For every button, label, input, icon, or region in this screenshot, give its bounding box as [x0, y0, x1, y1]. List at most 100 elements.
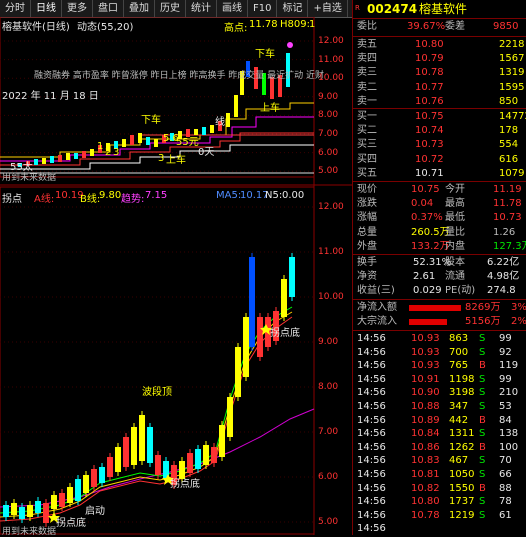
tick-volume: 3198: [449, 387, 475, 399]
tick-count: 210: [499, 387, 519, 399]
ask-row-1: 卖四 10.79 1567: [353, 52, 526, 66]
toolbar-btn-0[interactable]: 分时: [0, 0, 31, 17]
stat2-value: 2.61: [413, 271, 436, 283]
toolbar-btn-10[interactable]: +自选: [308, 0, 348, 17]
lower-candle: [227, 397, 233, 437]
bid-label: 买一: [357, 111, 377, 122]
tick-price: 10.83: [411, 455, 440, 467]
tick-row-8: 14:56 10.86 1262 B 100: [353, 441, 526, 455]
toolbar-btn-4[interactable]: 叠加: [124, 0, 155, 17]
bid-price: 10.75: [415, 111, 444, 122]
upper-axis-label: 10.00: [318, 73, 344, 84]
lower-candle: [51, 495, 57, 509]
upper-candle: [226, 113, 230, 127]
weicha-label: 委差: [445, 21, 465, 32]
lower-candle: [131, 427, 137, 465]
toolbar-btn-2[interactable]: 更多: [62, 0, 93, 17]
annot-xiache-1: 下车: [255, 49, 275, 60]
trend-label: 趋势:: [121, 194, 145, 205]
ask-row-2: 卖三 10.78 1319: [353, 66, 526, 80]
high-label: 高点:: [224, 23, 248, 34]
stock-name: 榕基软件: [419, 2, 468, 16]
tick-direction: B: [479, 414, 486, 426]
tick-volume: 700: [449, 346, 469, 358]
tick-direction: S: [479, 387, 486, 399]
ask-label: 卖五: [357, 39, 377, 50]
flow-pct: 2%: [511, 316, 526, 328]
stat-label: 量比: [445, 226, 465, 238]
toolbar-btn-6[interactable]: 统计: [186, 0, 217, 17]
chart-date: 2022 年 11 月 18 日: [2, 91, 99, 102]
tick-price: 10.90: [411, 387, 440, 399]
ask-row-4: 卖一 10.76 850: [353, 95, 526, 109]
ask-label: 卖一: [357, 95, 377, 107]
upper-candle: [66, 153, 70, 160]
tick-time: 14:56: [357, 346, 386, 358]
stat-label: 最低: [445, 212, 465, 224]
tick-price: 10.81: [411, 469, 440, 480]
weicha-value: 9850: [493, 21, 519, 32]
toolbar-btn-3[interactable]: 盘口: [93, 0, 124, 17]
annot-wave-top: 波段顶: [142, 387, 172, 398]
tick-direction: B: [479, 441, 486, 453]
tick-volume: 1219: [449, 509, 475, 521]
lower-candle: [75, 479, 81, 501]
tick-time: 14:56: [357, 469, 386, 480]
ask-price: 10.77: [415, 81, 444, 93]
upper-axis-label: 9.00: [318, 91, 339, 102]
ask-volume: 850: [499, 95, 519, 107]
stat-value: 11.19: [493, 184, 522, 195]
lower-candle: [19, 507, 25, 519]
tick-volume: 347: [449, 401, 469, 412]
tick-time: 14:56: [357, 360, 386, 372]
toolbar-btn-9[interactable]: 标记: [277, 0, 309, 17]
toolbar-btn-7[interactable]: 画线: [217, 0, 248, 17]
tick-time: 14:56: [357, 387, 386, 399]
chart-area[interactable]: 榕基软件(日线) 动态(55,20) 高点: 11.78 H809: 1 融资融…: [0, 17, 352, 537]
stat2-value: 6.22亿: [487, 257, 520, 268]
stat-label: 现价: [357, 184, 377, 195]
bid-row-1: 买二 10.74 178: [353, 124, 526, 138]
tick-count: 66: [499, 469, 512, 480]
stat-value: 10.75: [411, 184, 440, 195]
stat2-label: 股本: [445, 257, 465, 268]
upper-indicator: 动态(55,20): [77, 22, 134, 33]
lower-candle: [27, 505, 33, 517]
stat-label: 外盘: [357, 240, 377, 252]
lower-candle: [83, 475, 89, 493]
stat-value: 133.2万: [411, 240, 450, 252]
lower-candle: [235, 347, 241, 397]
annot-55: 55元: [176, 137, 199, 148]
bid-label: 买二: [357, 125, 377, 137]
lower-candle: [219, 425, 225, 457]
tick-row-14: 14:56: [353, 522, 526, 536]
r-icon: R: [355, 4, 360, 12]
tick-direction: S: [479, 373, 486, 385]
upper-axis-label: 8.00: [318, 110, 339, 121]
tick-price: 10.88: [411, 401, 440, 412]
annot-xian: 线: [215, 117, 225, 128]
lower-candle: [115, 447, 121, 472]
upper-axis-label: 11.00: [318, 54, 344, 65]
tick-price: 10.80: [411, 496, 440, 508]
trend-value: 7.15: [145, 190, 168, 201]
lower-candle: [147, 427, 153, 463]
tick-row-4: 14:56 10.90 3198 S 210: [353, 386, 526, 400]
tick-time: 14:56: [357, 509, 386, 521]
stat-label: 内盘: [445, 240, 465, 252]
toolbar-btn-1[interactable]: 日线: [31, 0, 62, 17]
stat-row-1: 涨跌 0.04 最高 11.78: [353, 197, 526, 211]
lower-candle: [257, 317, 263, 357]
stat2-label: 净资: [357, 271, 377, 283]
upper-step-3: [0, 132, 314, 166]
upper-future-note: 用到未来数据: [2, 173, 57, 183]
toolbar-btn-5[interactable]: 历史: [155, 0, 186, 17]
tick-volume: 442: [449, 414, 469, 426]
toolbar-btn-8[interactable]: F10: [248, 0, 278, 17]
stat2-row-1: 净资 2.61 流通 4.98亿: [353, 270, 526, 284]
stat-value: 260.5万: [411, 226, 450, 238]
lower-candle: [3, 505, 9, 517]
h809-value: 1: [309, 19, 316, 30]
lower-candle: [155, 455, 161, 475]
flow-label: 净流入额: [357, 302, 397, 313]
